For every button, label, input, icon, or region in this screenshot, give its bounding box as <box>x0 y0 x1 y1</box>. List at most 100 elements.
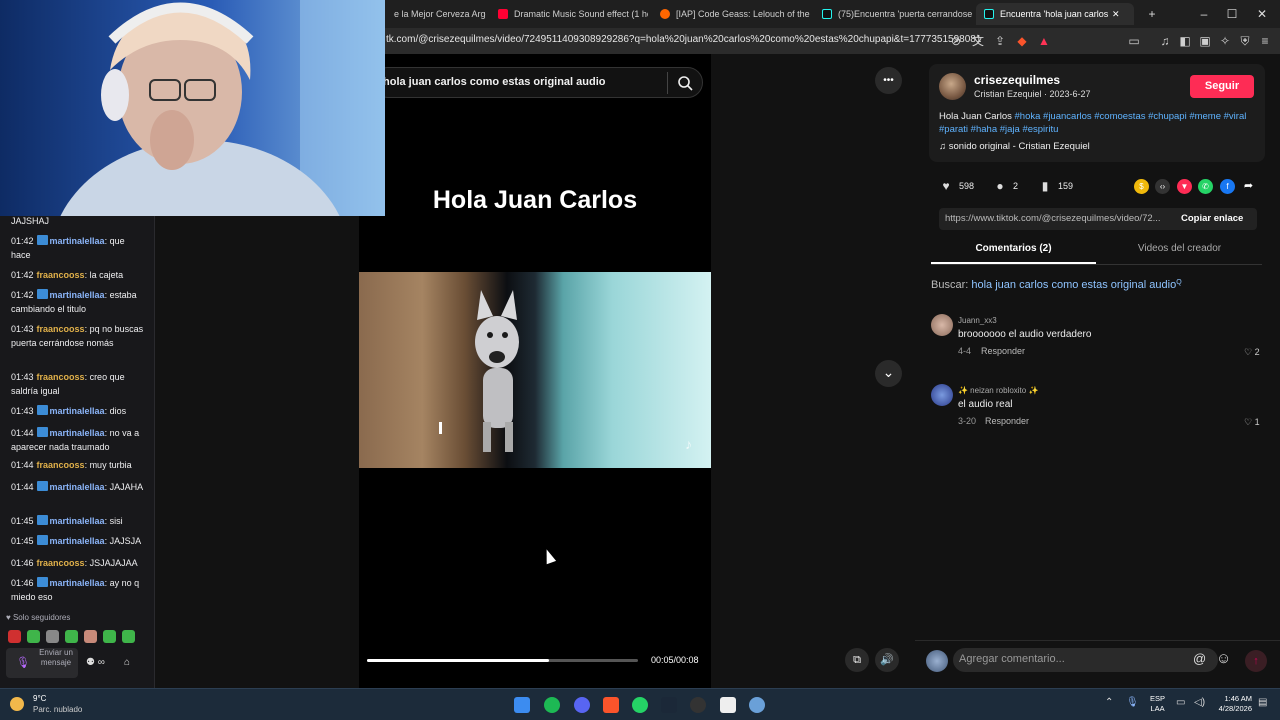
browser-tab[interactable]: Dramatic Music Sound effect (1 hour <box>490 3 648 25</box>
emote-icon[interactable] <box>27 630 40 643</box>
emote-icon[interactable] <box>122 630 135 643</box>
tracking-icon[interactable]: ⊘ <box>948 33 964 49</box>
spotify-icon[interactable] <box>544 697 560 713</box>
chat-username[interactable]: fraancooss <box>37 270 85 280</box>
comment-avatar[interactable] <box>931 314 953 336</box>
chat-username[interactable]: martinalellaa <box>50 406 105 416</box>
chat-input[interactable]: 🎙 Enviar un mensaje <box>6 648 78 678</box>
creator-avatar[interactable] <box>939 73 966 100</box>
volume-icon[interactable]: 🔊 <box>875 648 899 672</box>
browser-tab[interactable]: (75)Encuentra 'puerta cerrandose' e <box>814 3 972 25</box>
browser-tab-active[interactable]: Encuentra 'hola juan carlos c ✕ <box>976 3 1134 25</box>
picture-in-picture-icon[interactable]: ⧉ <box>845 648 869 672</box>
browser-tab[interactable]: e la Mejor Cerveza Argen <box>386 3 486 25</box>
tab-comments[interactable]: Comentarios (2) <box>931 243 1096 254</box>
creator-username[interactable]: crisezequilmes <box>974 73 1060 87</box>
follow-button[interactable]: Seguir <box>1190 75 1254 98</box>
discord-icon[interactable] <box>574 697 590 713</box>
next-video-icon[interactable]: ⌄ <box>875 360 902 387</box>
chat-username[interactable]: martinalellaa <box>50 290 105 300</box>
subscriber-badge-icon[interactable] <box>36 405 48 415</box>
rewards-icon[interactable]: ▲ <box>1036 33 1052 49</box>
app-icon[interactable] <box>749 697 765 713</box>
language-indicator[interactable]: ESP LAA <box>1150 694 1165 714</box>
tab-close-icon[interactable]: ✕ <box>1112 9 1120 20</box>
subscriber-badge-icon[interactable] <box>36 515 48 525</box>
chat-username[interactable]: martinalellaa <box>50 536 105 546</box>
subscriber-badge-icon[interactable] <box>36 481 48 491</box>
coin-icon[interactable]: $ <box>1134 179 1149 194</box>
comment-stat[interactable]: ● 2 <box>993 179 1018 193</box>
mention-icon[interactable]: @ <box>1193 651 1206 666</box>
obs-icon[interactable] <box>690 697 706 713</box>
sidebar-icon[interactable]: ◧ <box>1177 33 1193 49</box>
brave-icon[interactable] <box>603 697 619 713</box>
save-stat[interactable]: ▮ 159 <box>1038 179 1073 193</box>
reply-button[interactable]: Responder <box>985 416 1029 426</box>
store-icon[interactable]: ⌂ <box>124 657 130 668</box>
chat-username[interactable]: martinalellaa <box>50 578 105 588</box>
leo-icon[interactable]: ✧ <box>1217 33 1233 49</box>
whatsapp-icon[interactable] <box>632 697 648 713</box>
emote-icon[interactable] <box>103 630 116 643</box>
subscriber-badge-icon[interactable] <box>36 427 48 437</box>
mic-tray-icon[interactable]: 🎙 <box>1126 697 1139 708</box>
video-frame[interactable]: ♪ <box>359 272 711 468</box>
search-icon[interactable] <box>677 75 693 91</box>
facebook-icon[interactable]: f <box>1220 179 1235 194</box>
translate-icon[interactable]: 文 <box>970 33 986 49</box>
network-icon[interactable]: ▭ <box>1176 697 1185 708</box>
close-window-button[interactable]: ✕ <box>1248 4 1276 24</box>
video-link[interactable]: https://www.tiktok.com/@crisezequilmes/v… <box>945 213 1171 224</box>
chat-username[interactable]: martinalellaa <box>50 516 105 526</box>
weather-icon[interactable] <box>10 697 24 711</box>
brave-shield-icon[interactable]: ◆ <box>1014 33 1030 49</box>
emote-icon[interactable] <box>46 630 59 643</box>
chat-username[interactable]: martinalellaa <box>50 236 105 246</box>
subscriber-badge-icon[interactable] <box>36 535 48 545</box>
related-search-query[interactable]: hola juan carlos como estas original aud… <box>971 279 1176 291</box>
emote-icon[interactable] <box>65 630 78 643</box>
emote-icon[interactable] <box>84 630 97 643</box>
sound-link[interactable]: ♫ sonido original - Cristian Ezequiel <box>939 141 1090 152</box>
chat-username[interactable]: fraancooss <box>37 372 85 382</box>
music-icon[interactable]: ♫ <box>1157 33 1173 49</box>
related-search[interactable]: Buscar: hola juan carlos como estas orig… <box>931 279 1182 291</box>
comment-username[interactable]: ✨ neizan robloxito ✨ <box>958 386 1038 395</box>
send-icon[interactable]: ▼ <box>1177 179 1192 194</box>
share-icon[interactable]: ⇪ <box>992 33 1008 49</box>
comment-like[interactable]: ♡ 2 <box>1244 347 1260 358</box>
share-arrow-icon[interactable]: ➦ <box>1241 179 1256 194</box>
search-bar[interactable]: hola juan carlos como estas original aud… <box>372 67 703 98</box>
tray-chevron-icon[interactable]: ⌃ <box>1105 697 1113 708</box>
whatsapp-icon[interactable]: ✆ <box>1198 179 1213 194</box>
comment-like[interactable]: ♡ 1 <box>1244 417 1260 428</box>
subscriber-badge-icon[interactable] <box>36 289 48 299</box>
capcut-icon[interactable] <box>720 697 736 713</box>
minimize-button[interactable]: – <box>1190 4 1218 24</box>
chat-username[interactable]: fraancooss <box>37 460 85 470</box>
url-field[interactable]: tk.com/@crisezequilmes/video/72495114093… <box>386 34 981 45</box>
microphone-icon[interactable]: 🎙 <box>16 656 30 669</box>
copy-link-button[interactable]: Copiar enlace <box>1181 213 1243 224</box>
points-icon[interactable]: ⚉ ∞ <box>86 657 105 668</box>
maximize-button[interactable]: ☐ <box>1218 4 1246 24</box>
wallet-icon[interactable]: ▣ <box>1197 33 1213 49</box>
browser-tab[interactable]: [IAP] Code Geass: Lelouch of the Reb <box>652 3 810 25</box>
like-stat[interactable]: ♥ 598 <box>939 179 974 193</box>
new-tab-button[interactable]: + <box>1138 4 1166 24</box>
emoji-icon[interactable]: ☺ <box>1216 650 1231 667</box>
chat-username[interactable]: fraancooss <box>37 558 85 568</box>
embed-icon[interactable]: ‹› <box>1155 179 1170 194</box>
start-icon[interactable] <box>514 697 530 713</box>
post-comment-icon[interactable]: ↑ <box>1245 650 1267 672</box>
comment-avatar[interactable] <box>931 384 953 406</box>
more-options-icon[interactable]: ••• <box>875 67 902 94</box>
chat-username[interactable]: martinalellaa <box>50 428 105 438</box>
comment-username[interactable]: Juann_xx3 <box>958 316 997 325</box>
search-input[interactable]: hola juan carlos como estas original aud… <box>383 76 606 88</box>
subscriber-badge-icon[interactable] <box>36 577 48 587</box>
emote-icon[interactable] <box>8 630 21 643</box>
steam-icon[interactable] <box>661 697 677 713</box>
weather-temp[interactable]: 9°C <box>33 694 46 703</box>
